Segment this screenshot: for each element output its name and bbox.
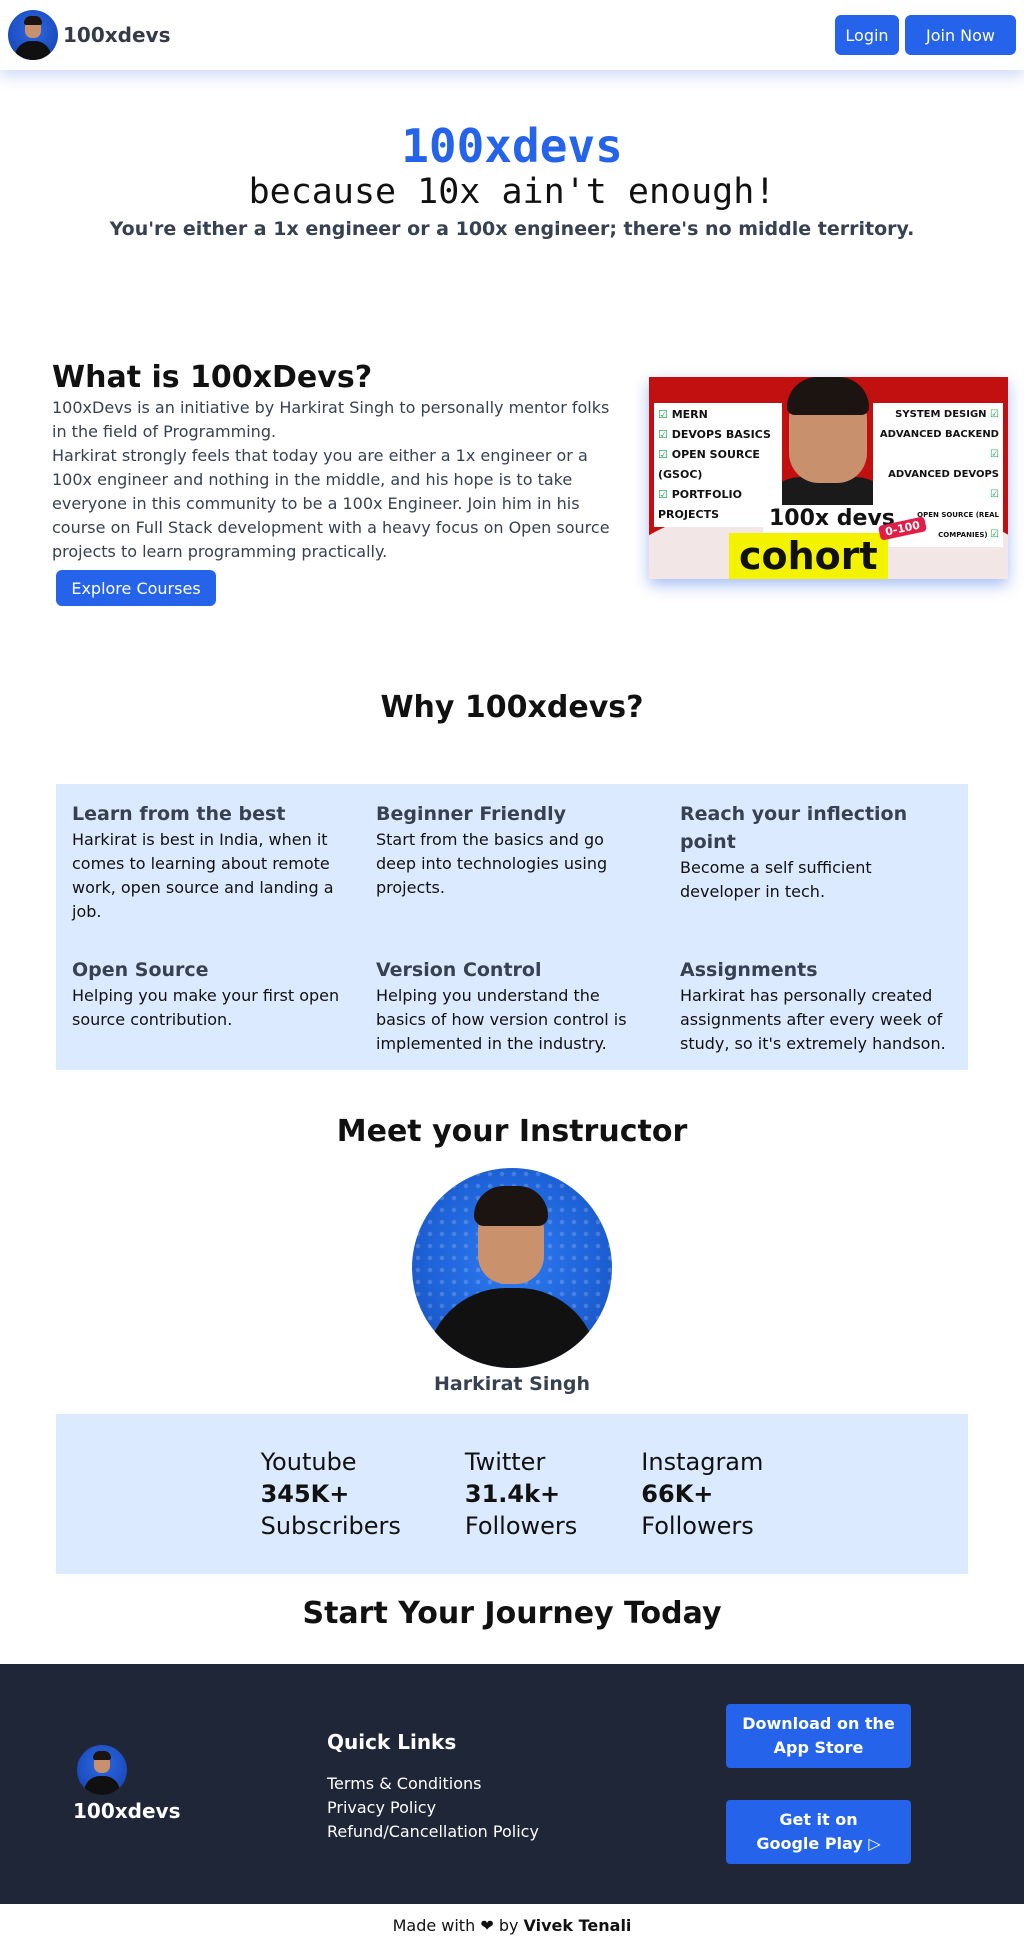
instructor-photo — [412, 1168, 612, 1368]
brand-avatar — [8, 10, 58, 60]
stat-count: 345K+ — [260, 1480, 350, 1508]
cover-item: ☑ PORTFOLIO PROJECTS — [658, 488, 742, 521]
stat-count: 31.4k+ — [464, 1480, 561, 1508]
instructor-name: Harkirat Singh — [434, 1373, 590, 1395]
check-icon: ☑ — [658, 448, 668, 461]
stat-instagram[interactable]: Instagram 66K+ Followers — [641, 1446, 763, 1574]
feature-card: Open Source Helping you make your first … — [72, 956, 344, 1056]
check-icon: ☑ — [990, 489, 999, 500]
credit-line: Made with ❤ by Vivek Tenali — [392, 1916, 632, 1935]
cover-item: ☑ DEVOPS BASICS — [658, 428, 771, 441]
about-paragraph-2: Harkirat strongly feels that today you a… — [52, 446, 610, 561]
stat-twitter[interactable]: Twitter 31.4k+ Followers — [465, 1446, 577, 1574]
author-name[interactable]: Vivek Tenali — [524, 1916, 632, 1935]
stat-youtube[interactable]: Youtube 345K+ Subscribers — [261, 1446, 401, 1574]
nav-actions: Login Join Now — [835, 15, 1016, 55]
feature-desc: Harkirat is best in India, when it comes… — [72, 830, 334, 921]
cover-cohort-text: cohort — [729, 533, 888, 579]
refund-link[interactable]: Refund/Cancellation Policy — [327, 1820, 539, 1844]
feature-card: Assignments Harkirat has personally crea… — [680, 956, 952, 1056]
brand-name: 100xdevs — [63, 23, 171, 47]
brand[interactable]: 100xdevs — [8, 10, 170, 60]
footer-avatar — [77, 1745, 127, 1795]
about-section: What is 100xDevs? 100xDevs is an initiat… — [0, 360, 1024, 660]
features-grid: Learn from the best Harkirat is best in … — [56, 784, 968, 1070]
instructor-title: Meet your Instructor — [336, 1114, 688, 1149]
about-title: What is 100xDevs? — [52, 360, 373, 395]
check-icon: ☑ — [990, 449, 999, 460]
stat-count: 66K+ — [641, 1480, 714, 1508]
hero-tagline: You're either a 1x engineer or a 100x en… — [109, 218, 915, 240]
terms-link[interactable]: Terms & Conditions — [327, 1772, 539, 1796]
feature-desc: Helping you understand the basics of how… — [376, 986, 627, 1053]
cover-item: ☑ OPEN SOURCE (GSOC) — [658, 448, 760, 481]
feature-title: Version Control — [376, 959, 542, 981]
feature-title: Reach your inflection point — [680, 803, 908, 853]
navbar: 100xdevs Login Join Now — [0, 0, 1024, 70]
footer: 100xdevs Quick Links Terms & Conditions … — [0, 1664, 1024, 1904]
stat-unit: Followers — [641, 1512, 754, 1540]
stat-platform: Twitter — [464, 1448, 546, 1476]
feature-card: Learn from the best Harkirat is best in … — [72, 800, 344, 924]
privacy-link[interactable]: Privacy Policy — [327, 1796, 539, 1820]
check-icon: ☑ — [658, 428, 668, 441]
feature-card: Version Control Helping you understand t… — [376, 956, 648, 1056]
feature-title: Open Source — [72, 959, 209, 981]
hero-title: 100xdevs — [401, 119, 623, 173]
google-play-button[interactable]: Get it on Google Play ▷ — [726, 1800, 911, 1864]
check-icon: ☑ — [990, 409, 999, 420]
stat-unit: Followers — [464, 1512, 578, 1540]
heart-icon: ❤ — [480, 1916, 494, 1935]
check-icon: ☑ — [990, 529, 999, 540]
cohort-cover-image: ☑ MERN ☑ DEVOPS BASICS ☑ OPEN SOURCE (GS… — [649, 377, 1008, 579]
feature-desc: Start from the basics and go deep into t… — [376, 830, 608, 897]
why-title: Why 100xdevs? — [380, 690, 644, 725]
feature-title: Beginner Friendly — [376, 803, 566, 825]
stat-unit: Subscribers — [260, 1512, 401, 1540]
cover-item: ADVANCED DEVOPS ☑ — [888, 469, 999, 500]
login-button[interactable]: Login — [835, 15, 899, 55]
social-stats: Youtube 345K+ Subscribers Twitter 31.4k+… — [56, 1414, 968, 1574]
feature-card: Beginner Friendly Start from the basics … — [376, 800, 648, 924]
about-paragraph-1: 100xDevs is an initiative by Harkirat Si… — [52, 398, 610, 441]
about-text: What is 100xDevs? 100xDevs is an initiat… — [52, 360, 622, 606]
app-store-button[interactable]: Download on the App Store — [726, 1704, 911, 1768]
quick-links: Quick Links Terms & Conditions Privacy P… — [327, 1730, 539, 1844]
explore-courses-button[interactable]: Explore Courses — [56, 570, 216, 606]
feature-desc: Become a self sufficient developer in te… — [680, 858, 872, 901]
quick-links-title: Quick Links — [327, 1730, 457, 1754]
feature-desc: Harkirat has personally created assignme… — [680, 986, 946, 1053]
feature-title: Assignments — [680, 959, 818, 981]
stat-platform: Youtube — [260, 1448, 357, 1476]
journey-title: Start Your Journey Today — [302, 1596, 722, 1631]
check-icon: ☑ — [658, 408, 668, 421]
cover-item: ADVANCED BACKEND ☑ — [879, 429, 999, 460]
hero-section: 100xdevs because 10x ain't enough! You'r… — [0, 70, 1024, 360]
cover-item: SYSTEM DESIGN ☑ — [895, 409, 999, 420]
feature-title: Learn from the best — [72, 803, 286, 825]
check-icon: ☑ — [658, 488, 668, 501]
play-icon: ▷ — [868, 1834, 881, 1853]
join-now-button[interactable]: Join Now — [905, 15, 1016, 55]
feature-card: Reach your inflection point Become a sel… — [680, 800, 952, 924]
hero-subtitle: because 10x ain't enough! — [248, 172, 776, 212]
footer-brand[interactable]: 100xdevs — [73, 1799, 180, 1823]
cover-item: ☑ MERN — [658, 408, 708, 421]
feature-desc: Helping you make your first open source … — [72, 986, 340, 1029]
stat-platform: Instagram — [641, 1448, 764, 1476]
